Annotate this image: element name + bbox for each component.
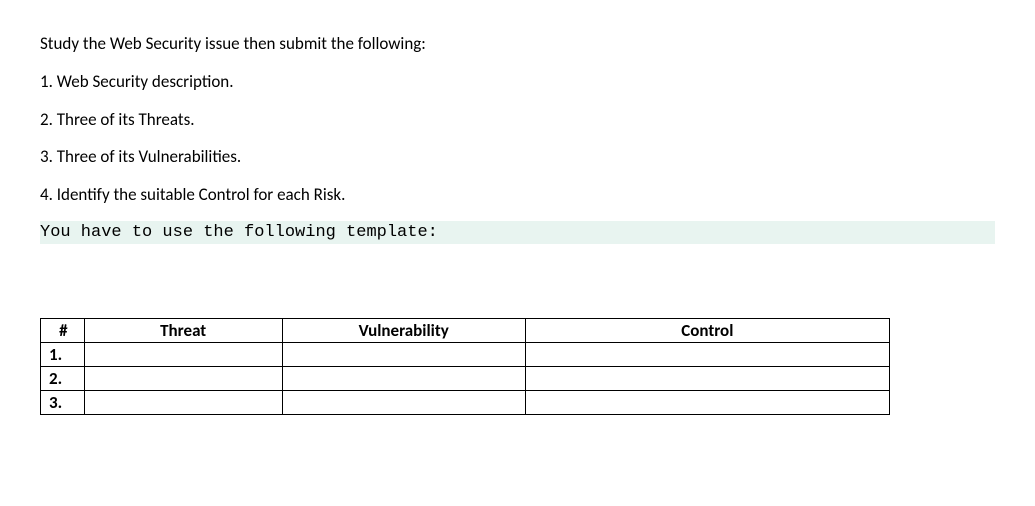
spacer <box>40 258 995 318</box>
cell-threat <box>84 366 282 390</box>
header-vulnerability: Vulnerability <box>282 318 525 342</box>
cell-control <box>525 342 889 366</box>
header-threat: Threat <box>84 318 282 342</box>
cell-control <box>525 390 889 414</box>
list-item-1: 1. Web Security description. <box>40 70 995 94</box>
intro-text: Study the Web Security issue then submit… <box>40 32 995 56</box>
list-item-4: 4. Identify the suitable Control for eac… <box>40 183 995 207</box>
cell-vulnerability <box>282 366 525 390</box>
cell-num: 1. <box>41 342 85 366</box>
cell-control <box>525 366 889 390</box>
template-note: You have to use the following template: <box>40 221 995 244</box>
cell-vulnerability <box>282 390 525 414</box>
cell-vulnerability <box>282 342 525 366</box>
cell-threat <box>84 390 282 414</box>
list-item-3: 3. Three of its Vulnerabilities. <box>40 145 995 169</box>
cell-num: 2. <box>41 366 85 390</box>
table-row: 3. <box>41 390 890 414</box>
table-row: 2. <box>41 366 890 390</box>
template-table: # Threat Vulnerability Control 1. 2. 3. <box>40 318 890 415</box>
cell-num: 3. <box>41 390 85 414</box>
header-control: Control <box>525 318 889 342</box>
cell-threat <box>84 342 282 366</box>
list-item-2: 2. Three of its Threats. <box>40 108 995 132</box>
table-header-row: # Threat Vulnerability Control <box>41 318 890 342</box>
header-num: # <box>41 318 85 342</box>
table-row: 1. <box>41 342 890 366</box>
